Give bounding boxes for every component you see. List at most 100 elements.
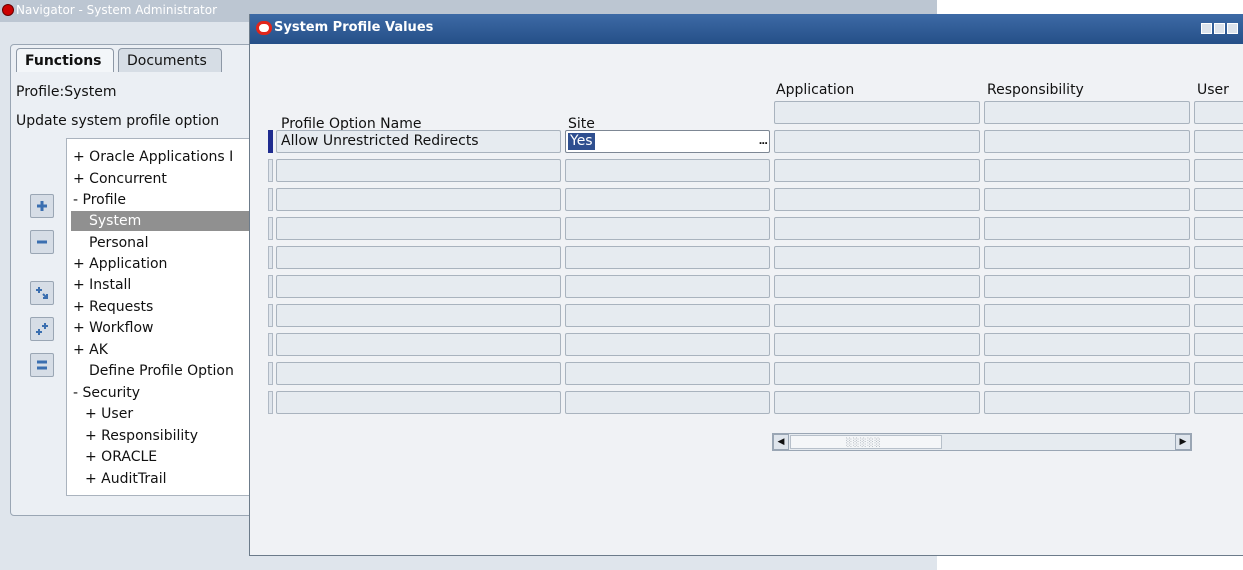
profile-option-name-cell[interactable] — [276, 391, 561, 414]
profile-option-name-value: Allow Unrestricted Redirects — [281, 133, 479, 149]
close-icon[interactable] — [1227, 23, 1238, 34]
application-cell[interactable] — [774, 159, 980, 182]
list-of-values-icon[interactable]: ... — [759, 136, 768, 147]
user-cell[interactable] — [1194, 188, 1243, 211]
tree-item-security[interactable]: - Security — [73, 383, 140, 403]
current-record-indicator[interactable] — [268, 130, 273, 153]
site-cell[interactable] — [565, 246, 770, 269]
responsibility-cell[interactable] — [984, 188, 1190, 211]
profile-option-name-cell[interactable] — [276, 275, 561, 298]
function-tree[interactable]: + Oracle Applications I + Concurrent - P… — [66, 138, 256, 496]
collapse-all-button[interactable] — [30, 353, 54, 377]
tree-item-personal[interactable]: Personal — [89, 233, 149, 253]
responsibility-cell[interactable] — [984, 391, 1190, 414]
site-cell[interactable] — [565, 391, 770, 414]
scroll-grip-icon: ░░░░░ — [846, 438, 882, 447]
record-indicator[interactable] — [268, 188, 273, 211]
responsibility-cell[interactable] — [984, 217, 1190, 240]
user-cell[interactable] — [1194, 333, 1243, 356]
application-cell[interactable] — [774, 304, 980, 327]
site-value-field[interactable]: Yes ... — [565, 130, 770, 153]
horizontal-scrollbar[interactable]: ◀ ░░░░░ ▶ — [772, 433, 1192, 451]
user-cell[interactable] — [1194, 391, 1243, 414]
responsibility-cell[interactable] — [984, 304, 1190, 327]
profile-option-name-cell[interactable] — [276, 217, 561, 240]
expand-all-button[interactable] — [30, 317, 54, 341]
tree-item-workflow[interactable]: + Workflow — [73, 318, 153, 338]
scroll-left-icon[interactable]: ◀ — [773, 434, 789, 450]
expand-branch-button[interactable] — [30, 281, 54, 305]
record-indicator[interactable] — [268, 159, 273, 182]
site-cell[interactable] — [565, 159, 770, 182]
user-cell[interactable] — [1194, 159, 1243, 182]
tree-item-oracle[interactable]: + ORACLE — [85, 447, 157, 467]
tree-item-requests[interactable]: + Requests — [73, 297, 153, 317]
tab-documents[interactable]: Documents — [118, 48, 222, 72]
tree-item-concurrent[interactable]: + Concurrent — [73, 169, 167, 189]
user-cell[interactable] — [1194, 246, 1243, 269]
profile-option-name-cell[interactable] — [276, 304, 561, 327]
site-cell[interactable] — [565, 362, 770, 385]
profile-option-name-cell[interactable] — [276, 188, 561, 211]
responsibility-cell[interactable] — [984, 159, 1190, 182]
application-cell[interactable] — [774, 391, 980, 414]
profile-option-name-cell[interactable] — [276, 159, 561, 182]
user-cell[interactable] — [1194, 304, 1243, 327]
record-indicator[interactable] — [268, 333, 273, 356]
maximize-icon[interactable] — [1214, 23, 1225, 34]
tree-item-application[interactable]: + Application — [73, 254, 167, 274]
responsibility-cell[interactable] — [984, 362, 1190, 385]
site-cell[interactable] — [565, 304, 770, 327]
record-indicator[interactable] — [268, 246, 273, 269]
minimize-icon[interactable] — [1201, 23, 1212, 34]
tree-item-ak[interactable]: + AK — [73, 340, 108, 360]
application-cell[interactable] — [774, 217, 980, 240]
tree-item-audittrail[interactable]: + AuditTrail — [85, 469, 167, 489]
application-cell[interactable] — [774, 362, 980, 385]
scroll-right-icon[interactable]: ▶ — [1175, 434, 1191, 450]
scrollbar-thumb[interactable]: ░░░░░ — [790, 435, 942, 449]
site-cell[interactable] — [565, 275, 770, 298]
record-indicator[interactable] — [268, 217, 273, 240]
application-header-cell[interactable] — [774, 101, 980, 124]
user-cell[interactable] — [1194, 130, 1243, 153]
profile-option-name-cell[interactable] — [276, 246, 561, 269]
record-indicator[interactable] — [268, 362, 273, 385]
responsibility-cell[interactable] — [984, 333, 1190, 356]
tree-item-system[interactable]: System — [71, 211, 255, 231]
tree-item-user[interactable]: + User — [85, 404, 133, 424]
responsibility-cell[interactable] — [984, 130, 1190, 153]
responsibility-cell[interactable] — [984, 246, 1190, 269]
tree-item-define-profile-option[interactable]: Define Profile Option — [89, 361, 234, 381]
site-cell[interactable] — [565, 217, 770, 240]
tree-item-oracle-applications[interactable]: + Oracle Applications I — [73, 147, 233, 167]
collapse-button[interactable] — [30, 230, 54, 254]
tree-item-install[interactable]: + Install — [73, 275, 131, 295]
profile-option-name-cell[interactable] — [276, 333, 561, 356]
application-cell[interactable] — [774, 246, 980, 269]
dialog-titlebar[interactable]: System Profile Values — [250, 14, 1243, 44]
application-cell[interactable] — [774, 188, 980, 211]
user-header-cell[interactable] — [1194, 101, 1243, 124]
profile-label: Profile:System — [16, 84, 117, 100]
site-cell[interactable] — [565, 188, 770, 211]
user-cell[interactable] — [1194, 362, 1243, 385]
tree-item-responsibility[interactable]: + Responsibility — [85, 426, 198, 446]
record-indicator[interactable] — [268, 275, 273, 298]
tab-functions[interactable]: Functions — [16, 48, 114, 72]
user-cell[interactable] — [1194, 275, 1243, 298]
site-value-text: Yes — [568, 133, 595, 150]
application-cell[interactable] — [774, 333, 980, 356]
responsibility-header-cell[interactable] — [984, 101, 1190, 124]
expand-button[interactable] — [30, 194, 54, 218]
application-cell[interactable] — [774, 275, 980, 298]
application-cell[interactable] — [774, 130, 980, 153]
record-indicator[interactable] — [268, 391, 273, 414]
profile-option-name-cell[interactable]: Allow Unrestricted Redirects — [276, 130, 561, 153]
profile-option-name-cell[interactable] — [276, 362, 561, 385]
site-cell[interactable] — [565, 333, 770, 356]
tree-item-profile[interactable]: - Profile — [73, 190, 126, 210]
user-cell[interactable] — [1194, 217, 1243, 240]
record-indicator[interactable] — [268, 304, 273, 327]
responsibility-cell[interactable] — [984, 275, 1190, 298]
